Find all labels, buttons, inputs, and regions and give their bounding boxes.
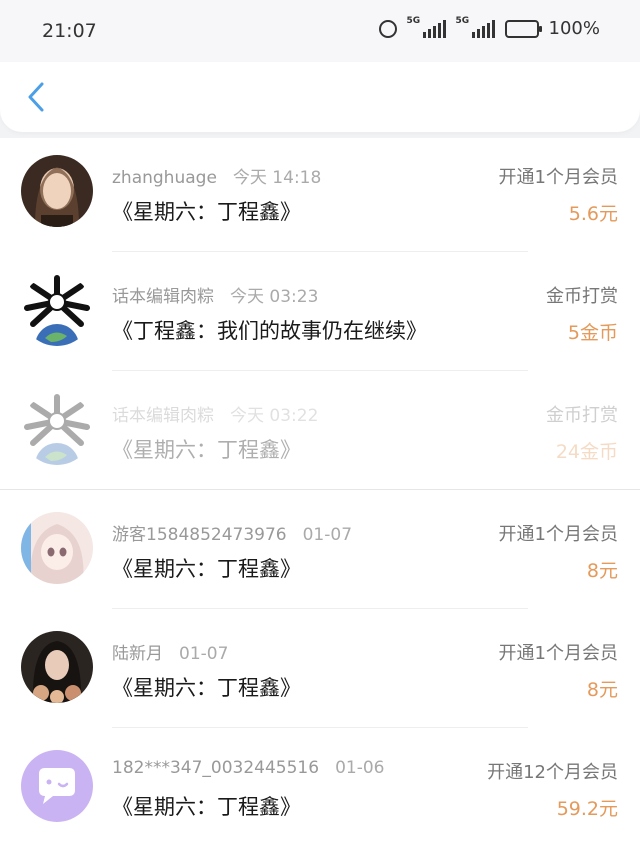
alarm-icon <box>378 19 397 38</box>
avatar <box>21 155 93 227</box>
amount: 8元 <box>586 679 618 701</box>
user-name: 陆新月 <box>112 644 163 664</box>
action-type: 开通12个月会员 <box>487 762 618 783</box>
time-text: 01-07 <box>179 644 229 664</box>
signal-2-label: 5G <box>455 15 470 26</box>
divider <box>112 608 528 609</box>
action-type: 开通1个月会员 <box>498 643 618 664</box>
book-title: 《星期六：丁程鑫》 <box>112 438 301 462</box>
book-title: 《丁程鑫：我们的故事仍在继续》 <box>112 319 427 343</box>
amount: 5金币 <box>567 322 618 344</box>
signal-icon-1: 5G <box>407 16 446 38</box>
amount: 59.2元 <box>556 798 618 820</box>
status-time: 21:07 <box>42 20 97 42</box>
name-line: zhanghuage 今天 14:18 <box>112 163 321 188</box>
list-item[interactable]: 游客1584852473976 01-07 《星期六：丁程鑫》 开通1个月会员 8… <box>0 495 640 615</box>
status-icons: 5G 5G 100% <box>378 16 600 39</box>
divider <box>112 251 528 252</box>
name-line: 陆新月 01-07 <box>112 639 228 664</box>
chevron-left-icon[interactable] <box>22 78 52 116</box>
avatar <box>21 512 93 584</box>
book-title: 《星期六：丁程鑫》 <box>112 200 301 224</box>
battery-icon <box>504 19 542 38</box>
user-name: 话本编辑肉粽 <box>112 406 214 426</box>
list-item[interactable]: zhanghuage 今天 14:18 《星期六：丁程鑫》 开通1个月会员 5.6… <box>0 138 640 258</box>
status-bar: 21:07 5G 5G 100% <box>0 0 640 62</box>
name-line: 游客1584852473976 01-07 <box>112 520 352 545</box>
user-name: zhanghuage <box>112 168 217 188</box>
user-name: 话本编辑肉粽 <box>112 287 214 307</box>
time-text: 今天 03:23 <box>230 287 319 307</box>
name-line: 182***347_0032445516 01-06 <box>112 758 384 778</box>
avatar <box>21 631 93 703</box>
battery-percent: 100% <box>548 18 600 39</box>
time-text: 01-06 <box>335 758 385 778</box>
action-type: 开通1个月会员 <box>498 167 618 188</box>
time-text: 今天 03:22 <box>230 406 319 426</box>
avatar <box>21 750 93 822</box>
amount: 8元 <box>586 560 618 582</box>
list-item[interactable]: 话本编辑肉粽 今天 03:23 《丁程鑫：我们的故事仍在继续》 金币打赏 5金币 <box>0 257 640 377</box>
nav-bar <box>0 62 640 132</box>
divider <box>0 489 640 490</box>
user-name: 游客1584852473976 <box>112 525 287 545</box>
book-title: 《星期六：丁程鑫》 <box>112 557 301 581</box>
avatar <box>21 393 93 465</box>
list-item[interactable]: 182***347_0032445516 01-06 《星期六：丁程鑫》 开通12… <box>0 733 640 853</box>
list-item[interactable]: 陆新月 01-07 《星期六：丁程鑫》 开通1个月会员 8元 <box>0 614 640 734</box>
user-name: 182***347_0032445516 <box>112 758 320 778</box>
name-line: 话本编辑肉粽 今天 03:22 <box>112 401 318 426</box>
divider <box>112 727 528 728</box>
name-line: 话本编辑肉粽 今天 03:23 <box>112 282 318 307</box>
time-text: 01-07 <box>302 525 353 545</box>
action-type: 金币打赏 <box>546 405 618 426</box>
signal-1-label: 5G <box>406 15 421 26</box>
amount: 24金币 <box>555 441 618 463</box>
list-item[interactable]: 话本编辑肉粽 今天 03:22 《星期六：丁程鑫》 金币打赏 24金币 <box>0 376 640 496</box>
income-list: zhanghuage 今天 14:18 《星期六：丁程鑫》 开通1个月会员 5.6… <box>0 138 640 853</box>
book-title: 《星期六：丁程鑫》 <box>112 795 301 819</box>
signal-icon-2: 5G <box>456 16 495 38</box>
book-title: 《星期六：丁程鑫》 <box>112 676 301 700</box>
time-text: 今天 14:18 <box>232 168 322 188</box>
amount: 5.6元 <box>568 203 618 225</box>
divider <box>112 370 528 371</box>
action-type: 金币打赏 <box>546 286 618 307</box>
avatar <box>21 274 93 346</box>
action-type: 开通1个月会员 <box>498 524 618 545</box>
